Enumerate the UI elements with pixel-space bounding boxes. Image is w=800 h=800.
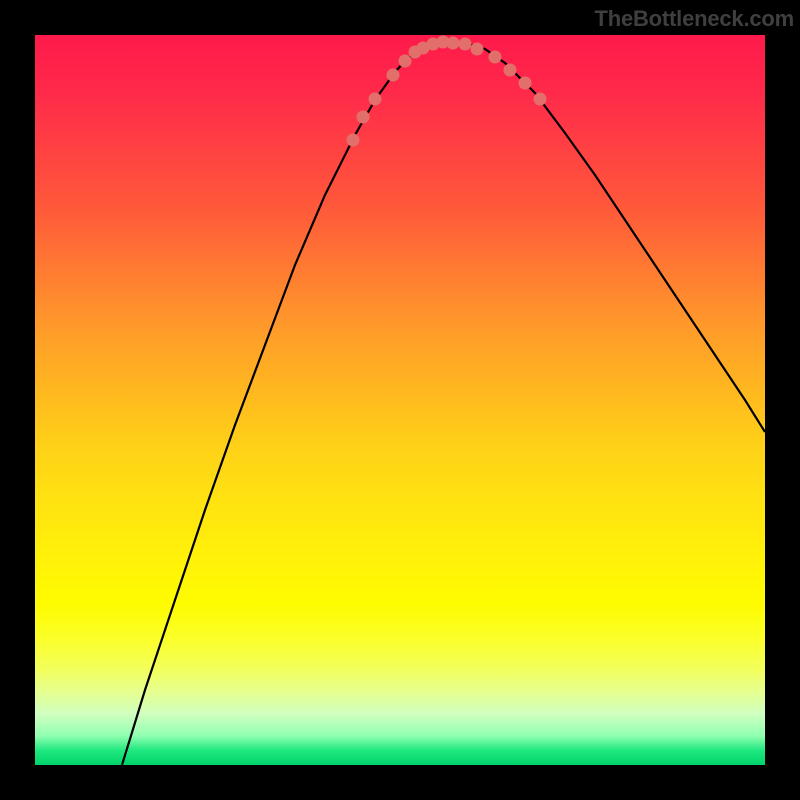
gradient-plot-area (35, 35, 765, 765)
watermark-text: TheBottleneck.com (594, 6, 794, 32)
chart-frame: TheBottleneck.com (0, 0, 800, 800)
